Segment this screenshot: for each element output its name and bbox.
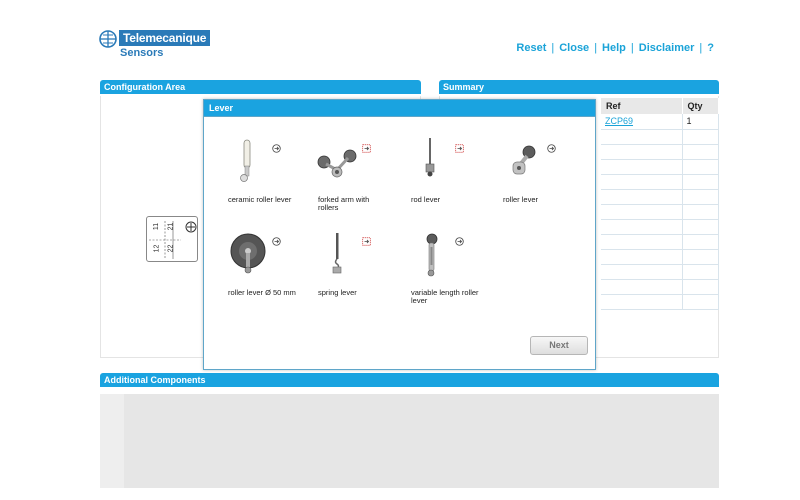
contact-label-22: 22 (167, 244, 175, 253)
qty-cell (682, 144, 719, 160)
table-row (601, 204, 719, 220)
table-row (601, 144, 719, 160)
qty-cell: 1 (682, 114, 719, 130)
lever-option-variable-length[interactable]: variable length roller lever (397, 229, 479, 311)
telemecanique-logo: Telemecanique Sensors (99, 28, 211, 62)
lever-dialog: Lever ceramic roller lever forked arm wi… (203, 99, 596, 370)
lever-option-rod[interactable]: rod lever (397, 136, 479, 218)
circle-arrow-icon[interactable] (272, 144, 281, 153)
nav-separator: | (594, 42, 598, 54)
circle-arrow-icon[interactable] (547, 144, 556, 153)
ref-cell (601, 234, 683, 250)
qty-cell (682, 294, 719, 310)
contact-label-11: 11 (153, 222, 161, 231)
ref-cell (601, 204, 683, 220)
roller-lever-image (512, 145, 536, 175)
qty-column-header: Qty (682, 98, 719, 114)
ref-column-header: Ref (601, 98, 683, 114)
lever-option-spring[interactable]: spring lever (304, 229, 386, 311)
top-nav: Reset | Close | Help | Disclaimer |? (516, 42, 714, 54)
brand-subtitle: Sensors (120, 47, 164, 59)
qty-cell (682, 174, 719, 190)
disclaimer-link[interactable]: Disclaimer (639, 42, 695, 54)
lever-option-label: ceramic roller lever (228, 195, 292, 204)
qty-cell (682, 249, 719, 265)
table-row (601, 189, 719, 205)
circle-arrow-icon[interactable] (455, 237, 464, 246)
help-link[interactable]: Help (602, 42, 626, 54)
contact-label-21: 21 (167, 222, 175, 231)
nav-separator: | (699, 42, 703, 54)
table-row (601, 294, 719, 310)
close-link[interactable]: Close (559, 42, 589, 54)
ref-cell (601, 294, 683, 310)
lever-option-label: variable length roller lever (411, 288, 479, 305)
lever-option-label: spring lever (318, 288, 357, 297)
ref-cell (601, 189, 683, 205)
lever-option-roller[interactable]: roller lever (489, 136, 571, 218)
qty-cell (682, 159, 719, 175)
contact-label-12: 12 (153, 244, 161, 253)
qty-cell (682, 279, 719, 295)
summary-header: Summary (439, 80, 719, 94)
circle-arrow-icon[interactable] (272, 237, 281, 246)
next-button[interactable]: Next (530, 336, 588, 355)
summary-table: Ref Qty ZCP69 1 (601, 98, 719, 310)
table-row (601, 129, 719, 145)
lever-option-roller-50mm[interactable]: roller lever Ø 50 mm (214, 229, 296, 311)
table-row (601, 249, 719, 265)
spring-lever-image (332, 233, 342, 274)
lever-option-ceramic-roller[interactable]: ceramic roller lever (214, 136, 296, 218)
lever-option-label: roller lever (503, 195, 539, 204)
ceramic-roller-lever-image (240, 139, 251, 182)
ref-cell: ZCP69 (601, 114, 683, 130)
qty-cell (682, 189, 719, 205)
table-row (601, 159, 719, 175)
red-arrow-icon[interactable] (362, 144, 371, 153)
qty-cell (682, 264, 719, 280)
ref-cell (601, 144, 683, 160)
ref-cell (601, 279, 683, 295)
ref-cell (601, 249, 683, 265)
ref-cell (601, 159, 683, 175)
lever-option-label: rod lever (411, 195, 441, 204)
reset-link[interactable]: Reset (516, 42, 546, 54)
brand-name: Telemecanique (119, 30, 211, 46)
rod-lever-image (425, 138, 435, 177)
table-row (601, 174, 719, 190)
lever-dialog-title: Lever (204, 100, 595, 117)
red-arrow-icon[interactable] (455, 144, 464, 153)
ref-cell (601, 264, 683, 280)
product-ref-link[interactable]: ZCP69 (605, 116, 633, 126)
switch-contact-diagram[interactable]: 11 21 12 22 (146, 216, 198, 262)
nav-separator: | (551, 42, 555, 54)
additional-components-panel (100, 394, 719, 488)
qty-cell (682, 219, 719, 235)
table-row (601, 219, 719, 235)
additional-components-header: Additional Components (100, 373, 719, 387)
globe-logo-icon (99, 30, 117, 48)
variable-length-roller-lever-image (426, 233, 438, 277)
qty-cell (682, 129, 719, 145)
nav-separator: | (630, 42, 634, 54)
table-row (601, 264, 719, 280)
configuration-area-header: Configuration Area (100, 80, 421, 94)
qty-cell (682, 234, 719, 250)
forked-arm-rollers-image (317, 149, 357, 178)
table-row (601, 279, 719, 295)
lever-option-label: forked arm with rollers (318, 195, 370, 212)
summary-table-header-row: Ref Qty (601, 98, 719, 114)
question-link[interactable]: ? (707, 42, 714, 54)
table-row: ZCP69 1 (601, 114, 719, 130)
lever-option-forked-arm[interactable]: forked arm with rollers (304, 136, 386, 218)
ref-cell (601, 219, 683, 235)
table-row (601, 234, 719, 250)
red-arrow-icon[interactable] (362, 237, 371, 246)
ref-cell (601, 129, 683, 145)
qty-cell (682, 204, 719, 220)
ref-cell (601, 174, 683, 190)
lever-option-label: roller lever Ø 50 mm (228, 288, 296, 297)
roller-lever-50mm-image (230, 233, 266, 274)
